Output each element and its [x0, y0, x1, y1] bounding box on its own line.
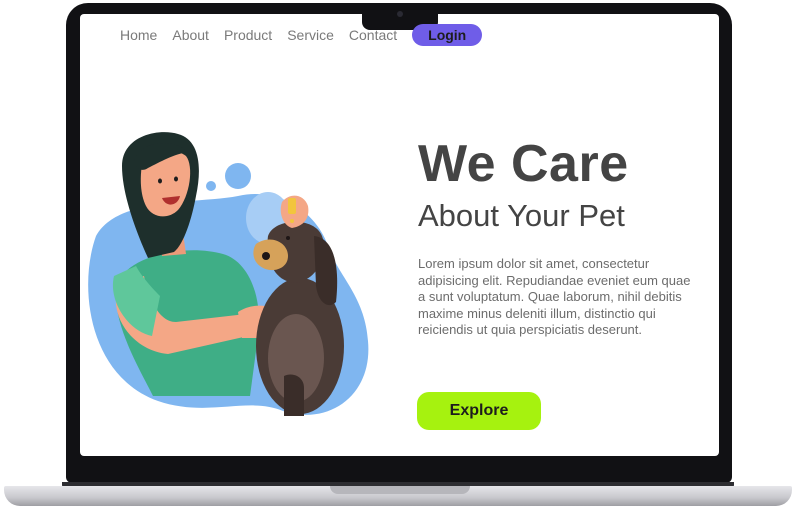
hero-subheadline: About Your Pet [418, 198, 625, 233]
woman-eye-right [174, 176, 178, 182]
laptop-opening-groove [330, 486, 470, 494]
hero-description: Lorem ipsum dolor sit amet, consectetur … [418, 256, 691, 337]
nav-about-link[interactable]: About [172, 27, 209, 43]
nav-service-link[interactable]: Service [287, 27, 334, 43]
dropper-bottle [288, 198, 296, 214]
top-navigation: Home About Product Service Contact Login [120, 24, 483, 46]
dog-paw [284, 374, 304, 416]
hero-headline: We Care [418, 135, 629, 193]
explore-button[interactable]: Explore [417, 392, 541, 430]
bubble-small [206, 181, 216, 191]
woman-eye-left [158, 178, 162, 184]
camera-icon [397, 11, 403, 17]
bubble-large [225, 163, 251, 189]
login-button[interactable]: Login [412, 24, 483, 46]
nav-home-link[interactable]: Home [120, 27, 157, 43]
nav-contact-link[interactable]: Contact [349, 27, 397, 43]
woman-grooming-dog-illustration [88, 132, 369, 416]
drop [290, 219, 294, 223]
nav-product-link[interactable]: Product [224, 27, 272, 43]
dog-eye [286, 236, 290, 240]
dog-nose [262, 252, 270, 260]
